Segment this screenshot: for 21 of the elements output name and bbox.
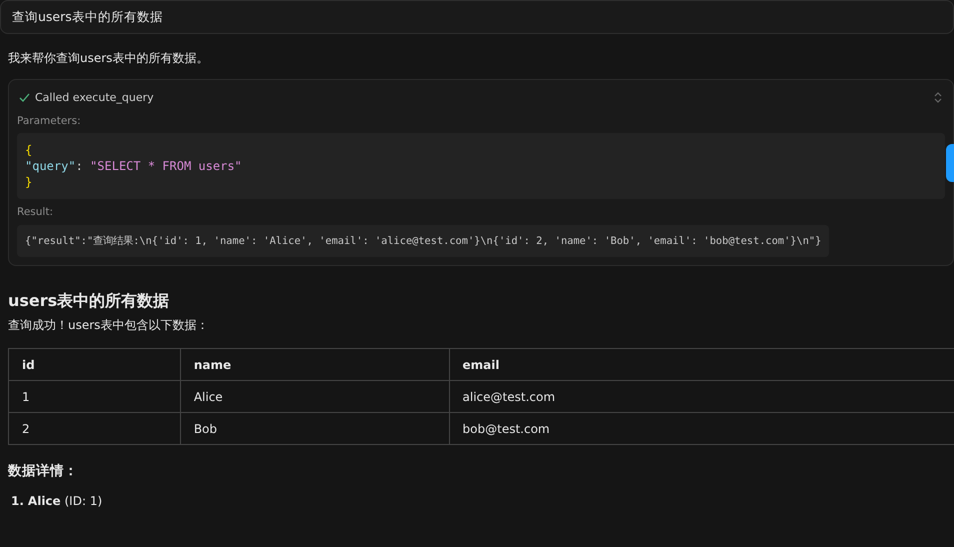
side-panel-handle[interactable] <box>946 144 954 182</box>
tool-call-label: Called execute_query <box>35 90 154 104</box>
result-label: Result: <box>17 206 53 218</box>
result-code-block: {"result":"查询结果:\n{'id': 1, 'name': 'Alice', 'email': 'alice@test.com'}\n{'id': 2, 'name': 'Bob', 'email': 'bob@test.com'}\n"} <box>17 225 830 257</box>
table-cell: 2 <box>8 412 180 444</box>
user-message: 查询users表中的所有数据 <box>0 0 954 34</box>
column-header: name <box>180 348 450 380</box>
summary-text: 查询成功！users表中包含以下数据： <box>8 317 208 334</box>
parameters-code-block: { "query": "SELECT * FROM users" } <box>17 133 945 199</box>
expand-toggle-icon[interactable] <box>933 90 943 104</box>
table-cell: Alice <box>180 380 450 412</box>
list-item-text: Alice (ID: 1) <box>28 494 102 508</box>
table-cell: Bob <box>180 412 450 444</box>
section-heading: users表中的所有数据 <box>8 290 170 312</box>
assistant-message: 我来帮你查询users表中的所有数据。 <box>8 50 208 67</box>
parameters-label: Parameters: <box>17 115 81 127</box>
details-heading: 数据详情： <box>8 462 78 480</box>
column-header: id <box>8 348 180 380</box>
column-header: email <box>449 348 954 380</box>
list-marker: 1. <box>11 494 24 508</box>
table-cell: 1 <box>8 380 180 412</box>
